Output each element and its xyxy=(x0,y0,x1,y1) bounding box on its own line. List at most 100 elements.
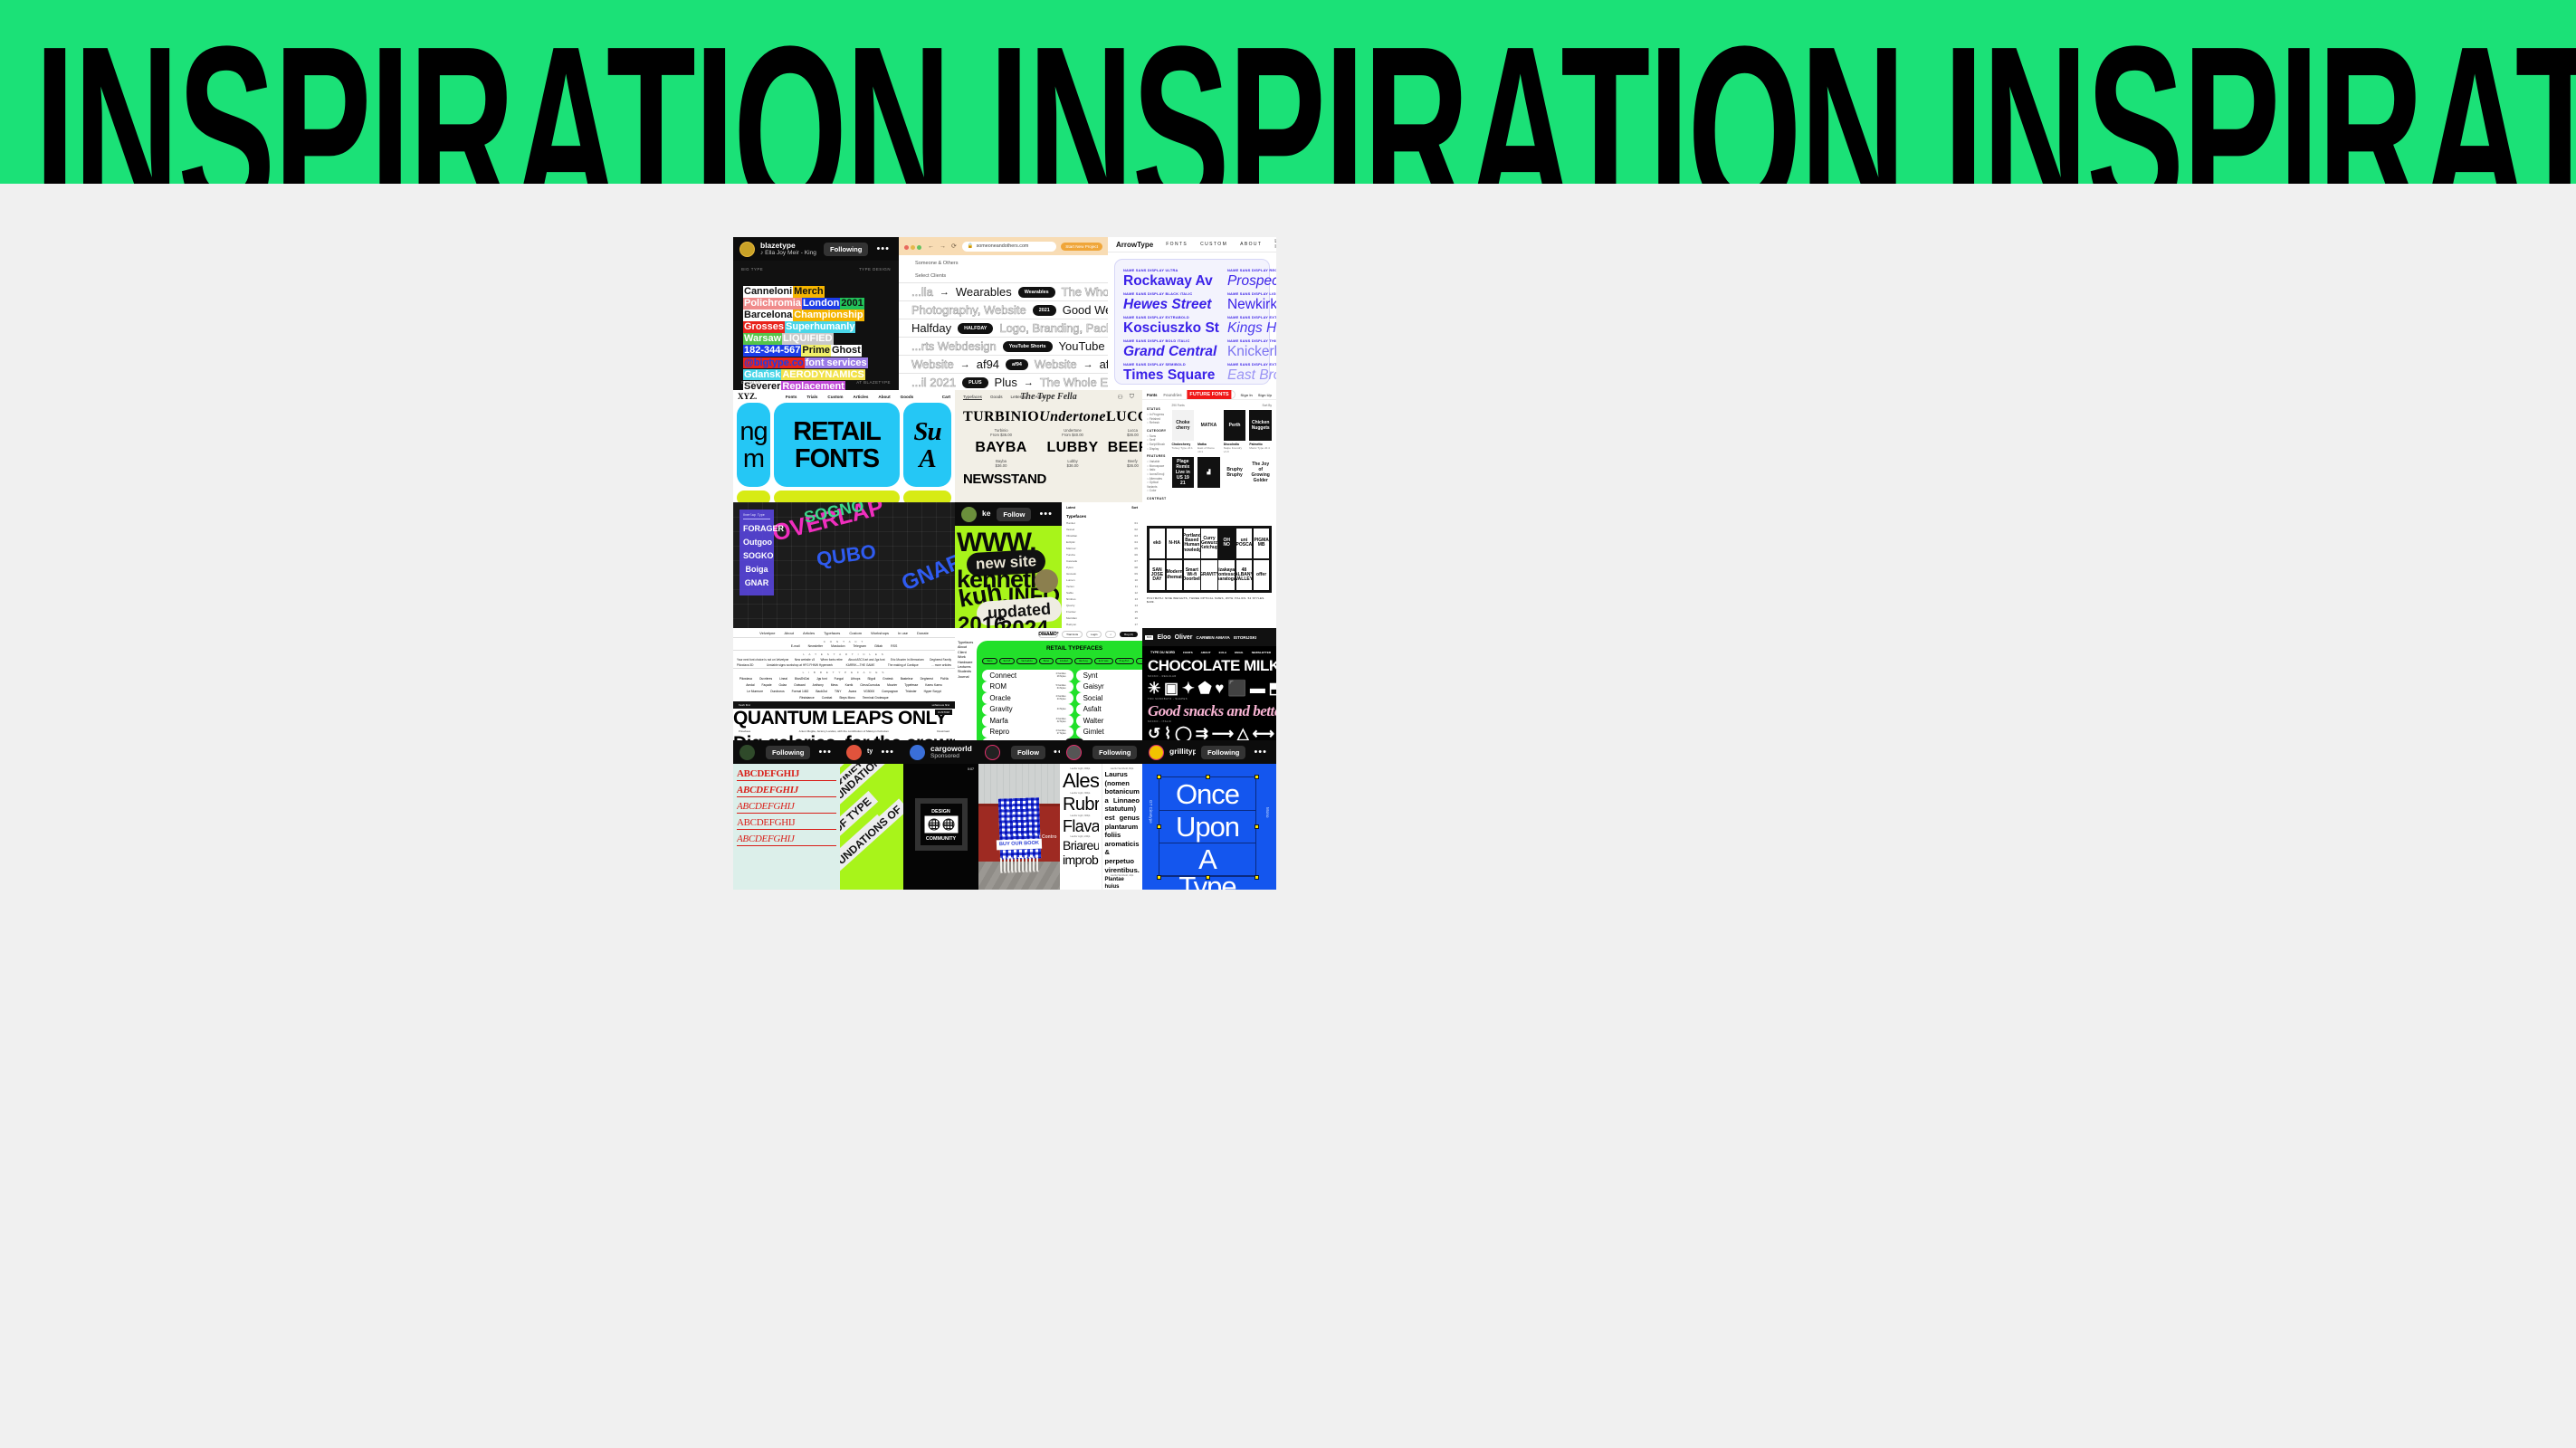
typeface-row[interactable]: ROM 5 Families 64 Styles xyxy=(982,681,1073,692)
font-name[interactable]: Outgoo xyxy=(743,538,772,547)
nav-link[interactable]: ABOUT xyxy=(1201,651,1211,654)
typeface-link[interactable]: Mourier xyxy=(887,683,897,687)
nav-fonts[interactable]: Fonts xyxy=(786,395,797,399)
card-arrowtype[interactable]: ArrowType FONTS CUSTOM ABOUT LOG IN CART… xyxy=(1108,237,1276,390)
filter-option[interactable]: ○ Display xyxy=(1147,447,1167,452)
sort-dropdown[interactable]: Sort By xyxy=(1263,404,1272,407)
account-handle[interactable]: grillitype xyxy=(1169,748,1196,756)
font-card[interactable]: Plage Remix Live in US 19 21 xyxy=(1171,457,1195,488)
sidebar-item[interactable]: Client Work xyxy=(958,651,973,661)
account-icon[interactable]: ⚇ xyxy=(1117,394,1122,401)
card-font-directory[interactable]: Fonts Foundries Activity FUTURE FONTS Se… xyxy=(1142,390,1276,502)
bag-button[interactable]: Bag (0) xyxy=(1120,632,1138,637)
cart-link[interactable]: Cart xyxy=(942,395,950,399)
article-link[interactable]: Your next font choice is not on Velvetyn… xyxy=(737,658,788,662)
typeface-link[interactable]: Gulax xyxy=(779,683,787,687)
more-options-icon[interactable]: ••• xyxy=(816,747,835,757)
typeface-link[interactable]: Kaeru Kaeru xyxy=(925,683,942,687)
start-project-button[interactable]: Start New Project xyxy=(1061,242,1102,251)
overlap-panel[interactable]: Overlap Type FORAGER Outgoo SOGKO Boiga GNAR xyxy=(739,510,784,595)
resize-handle[interactable] xyxy=(1156,874,1161,880)
xyz-logo[interactable]: XYZ. xyxy=(738,392,757,401)
article-link[interactable]: About ASCII art and Jgs font xyxy=(848,658,884,662)
follow-button[interactable]: Following xyxy=(1201,745,1246,759)
nav-trials[interactable]: Trials xyxy=(806,395,817,399)
typeface-link[interactable]: TINY xyxy=(835,690,842,693)
typeface-link[interactable]: Ouroboros xyxy=(770,690,785,693)
nav-goods[interactable]: Goods xyxy=(901,395,914,399)
filter-option[interactable]: ○ Icons/Emoji xyxy=(1147,472,1167,477)
typeface-link[interactable]: Lineal xyxy=(779,677,787,681)
client-row[interactable]: ...lla → Wearables Wearables The Whole Enchi… xyxy=(899,282,1108,300)
list-item[interactable]: Nimbus 13 xyxy=(1062,595,1142,602)
card-maxesnee[interactable]: maxesnee Following ••• Laurfer Light, 46… xyxy=(1060,740,1142,890)
client-row[interactable]: ...rts WebdesignYouTube ShortsYouTube→Sn… xyxy=(899,337,1108,355)
typeface-link[interactable]: Basteleur xyxy=(901,677,913,681)
resize-handle[interactable] xyxy=(1156,824,1161,829)
typeface-link[interactable]: Anthony xyxy=(813,683,824,687)
nav-goods[interactable]: Goods xyxy=(990,395,1003,399)
font-name[interactable]: FORAGER xyxy=(743,524,784,533)
typeface-item[interactable]: BEEFYBeefy$36.00 xyxy=(1106,440,1142,468)
article-link[interactable]: Unstable signs workshop at HFG FHNW Hype… xyxy=(767,663,833,667)
typeface-link[interactable]: Grotesk xyxy=(883,677,893,681)
card-dinamo[interactable]: DINAMO° 30 online Trial fonts Login ⌕ Ba… xyxy=(955,628,1142,740)
card-rembagram[interactable]: rembagram France Following ••• ABCDEFGHI… xyxy=(733,740,840,890)
typeface-link[interactable]: Typefesse xyxy=(904,683,918,687)
sign-up-link[interactable]: Sign Up xyxy=(1258,393,1272,397)
nav-link[interactable]: About xyxy=(785,631,794,635)
card-cargoworld[interactable]: cargoworld Sponsored 0:07 DESIGN COMMUNI… xyxy=(903,740,978,890)
follow-button[interactable]: Following xyxy=(824,242,869,256)
more-options-icon[interactable]: ••• xyxy=(1251,747,1270,757)
forward-icon[interactable]: → xyxy=(940,243,947,250)
typeface-row[interactable]: Oracle 2 Families 24 Styles xyxy=(982,692,1073,704)
nav-link[interactable]: FONTS xyxy=(1183,651,1192,654)
nav-link[interactable]: Donate xyxy=(917,631,929,635)
nav-link[interactable]: Workshops xyxy=(871,631,889,635)
contact-link[interactable]: Gitlab xyxy=(874,644,883,648)
velvetyne-specimen[interactable]: Dig galeries, for the crown !OuvrièresLa… xyxy=(733,734,955,740)
trial-fonts-link[interactable]: Trial fonts xyxy=(1062,631,1083,638)
resize-handle[interactable] xyxy=(1156,774,1161,779)
tile-left[interactable]: ng m xyxy=(737,403,770,487)
nav-typefaces[interactable]: Typefaces xyxy=(963,395,982,399)
filter-tag[interactable]: Serif xyxy=(998,657,1016,664)
account-handle[interactable]: cargoworld xyxy=(930,745,972,753)
resize-handle[interactable] xyxy=(1205,874,1210,880)
filter-option[interactable]: ○ In Progress xyxy=(1147,413,1167,417)
typeface-item[interactable]: LUBBY Lubby $36.00 xyxy=(1039,440,1106,468)
article-link[interactable]: ... more articles xyxy=(931,663,951,667)
typeface-link[interactable]: Hyper Scrypt xyxy=(924,690,941,693)
client-row[interactable]: Photography, Website2021Good Weird→Brand… xyxy=(899,300,1108,319)
follow-button[interactable]: Following xyxy=(1092,745,1138,759)
typeface-link[interactable]: Degheest xyxy=(921,677,933,681)
contact-link[interactable]: RSS xyxy=(891,644,897,648)
client-row[interactable]: ...il 2021 PLUS Plus → The Whole Enchilada O… xyxy=(899,373,1108,390)
list-item[interactable]: Frontier 15 xyxy=(1062,608,1142,614)
filter-tag[interactable]: Boring xyxy=(1074,657,1092,664)
card-kennethkuh[interactable]: kennethkuh.info Follow ••• WWW. new site… xyxy=(955,502,1062,628)
sign-in-link[interactable]: Sign In xyxy=(1241,393,1253,397)
typeface-row[interactable]: Walter2 Families17 Styles xyxy=(1075,715,1142,727)
login-link[interactable]: Login xyxy=(1086,631,1102,638)
typeface-link[interactable]: VG5000 xyxy=(863,690,874,693)
strip-tile-2[interactable] xyxy=(774,491,900,502)
back-icon[interactable]: ← xyxy=(928,243,935,250)
article-link[interactable]: New website v3 xyxy=(795,658,815,662)
typeface-link[interactable]: Résistance xyxy=(799,696,814,700)
article-link[interactable]: The making of Cantique xyxy=(888,663,919,667)
typeface-row[interactable]: Gravity 24 Styles xyxy=(982,703,1073,715)
card-typeface-list[interactable]: Latest Sort Typefaces Hamlet 01 Vessel 02 Ob… xyxy=(1062,502,1142,628)
article-link[interactable]: KARRIK—THE GAME xyxy=(846,663,875,667)
resize-handle[interactable] xyxy=(1254,774,1259,779)
client-row[interactable]: Website→af94af94Website→af94af94Website→… xyxy=(899,355,1108,373)
nav-about[interactable]: About xyxy=(878,395,890,399)
card-type-du-nord[interactable]: BOX Eloo Oliver CARMEN AMAYA ISTORIJSKI … xyxy=(1142,628,1276,740)
typeface-link[interactable]: PicNic xyxy=(940,677,949,681)
selection-box[interactable]: Once Upon A Type xyxy=(1159,776,1256,890)
tile-right[interactable]: Su A xyxy=(903,403,951,487)
typeface-row[interactable]: Synt2 Families25 Styles xyxy=(1075,670,1142,681)
contact-link[interactable]: E-mail xyxy=(791,644,800,648)
card-type-fella[interactable]: Typefaces Goods Lettering About The Type… xyxy=(955,390,1142,502)
follow-button[interactable]: Follow xyxy=(997,507,1032,521)
